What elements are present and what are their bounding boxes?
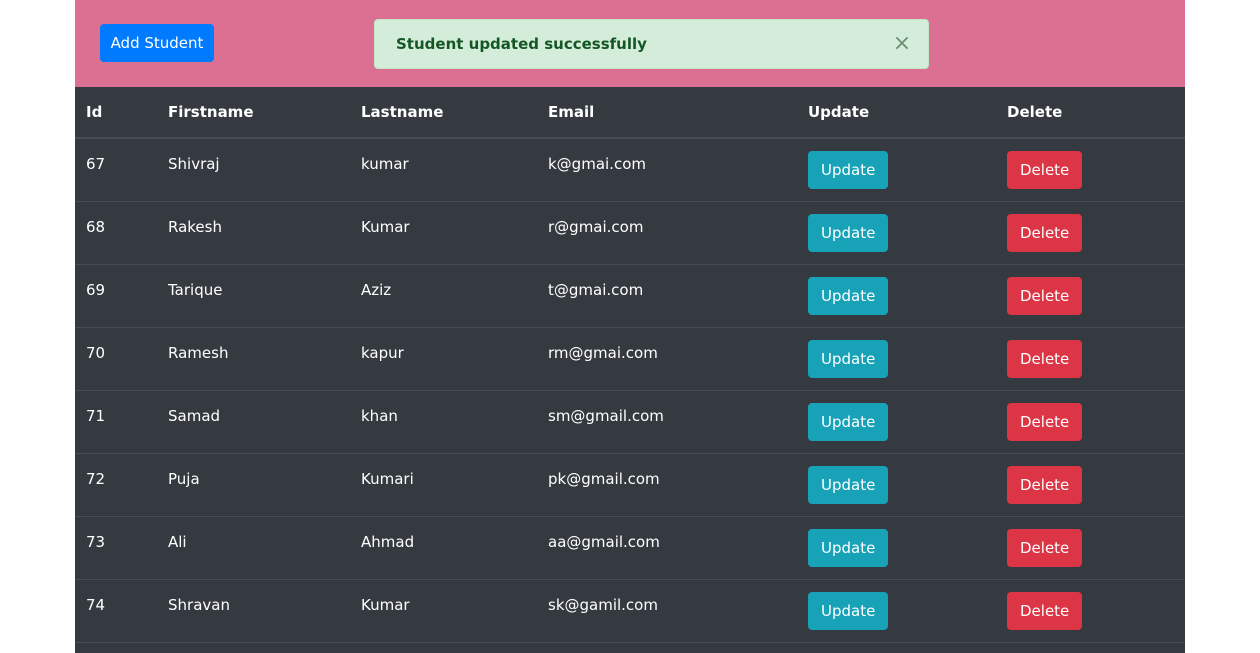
cell-firstname: Samad bbox=[157, 390, 350, 454]
header-id: Id bbox=[75, 87, 157, 139]
header-update: Update bbox=[797, 87, 996, 139]
cell-firstname: Ramesh bbox=[157, 327, 350, 391]
cell-id: 73 bbox=[75, 516, 157, 580]
cell-update: Update bbox=[797, 516, 996, 580]
update-button[interactable]: Update bbox=[808, 276, 889, 315]
cell-update: Update bbox=[797, 453, 996, 517]
cell-lastname: Kumar bbox=[350, 579, 537, 643]
cell-update: Update bbox=[797, 327, 996, 391]
cell-lastname: kapur bbox=[350, 327, 537, 391]
cell-email: r@gmai.com bbox=[537, 201, 797, 265]
cell-firstname: Shravan bbox=[157, 579, 350, 643]
delete-button[interactable]: Delete bbox=[1007, 402, 1083, 441]
header-delete: Delete bbox=[996, 87, 1185, 139]
cell-lastname: Kumari bbox=[350, 453, 537, 517]
cell-lastname: khan bbox=[350, 390, 537, 454]
update-button[interactable]: Update bbox=[808, 213, 889, 252]
header-lastname: Lastname bbox=[350, 87, 537, 139]
cell-id: 71 bbox=[75, 390, 157, 454]
delete-button[interactable]: Delete bbox=[1007, 151, 1083, 189]
update-button[interactable]: Update bbox=[808, 528, 889, 567]
cell-delete: Delete bbox=[996, 579, 1185, 643]
cell-lastname: kumar bbox=[350, 138, 537, 202]
table-row: 67 Shivraj kumar k@gmai.com Update Delet… bbox=[75, 138, 1185, 202]
cell-email: k@gmai.com bbox=[537, 138, 797, 202]
cell-firstname: Puja bbox=[157, 453, 350, 517]
delete-button[interactable]: Delete bbox=[1007, 465, 1083, 504]
cell-email: pk@gmail.com bbox=[537, 453, 797, 517]
cell-id: 67 bbox=[75, 138, 157, 202]
cell-delete: Delete bbox=[996, 138, 1185, 202]
alert-message: Student updated successfully bbox=[396, 35, 647, 53]
cell-delete: Delete bbox=[996, 390, 1185, 454]
cell-update: Update bbox=[797, 579, 996, 643]
students-table: Id Firstname Lastname Email Update Delet… bbox=[75, 87, 1185, 643]
success-alert: Student updated successfully × bbox=[374, 19, 929, 69]
update-button[interactable]: Update bbox=[808, 339, 889, 378]
table-header-row: Id Firstname Lastname Email Update Delet… bbox=[75, 87, 1185, 139]
cell-lastname: Kumar bbox=[350, 201, 537, 265]
update-button[interactable]: Update bbox=[808, 402, 889, 441]
delete-button[interactable]: Delete bbox=[1007, 276, 1083, 315]
delete-button[interactable]: Delete bbox=[1007, 591, 1083, 630]
cell-id: 69 bbox=[75, 264, 157, 328]
update-button[interactable]: Update bbox=[808, 465, 889, 504]
cell-id: 72 bbox=[75, 453, 157, 517]
update-button[interactable]: Update bbox=[808, 151, 889, 189]
table-row: 71 Samad khan sm@gmail.com Update Delete bbox=[75, 390, 1185, 454]
table-row: 69 Tarique Aziz t@gmai.com Update Delete bbox=[75, 264, 1185, 328]
cell-email: rm@gmai.com bbox=[537, 327, 797, 391]
header-firstname: Firstname bbox=[157, 87, 350, 139]
cell-lastname: Aziz bbox=[350, 264, 537, 328]
table-row: 70 Ramesh kapur rm@gmai.com Update Delet… bbox=[75, 327, 1185, 391]
close-icon[interactable]: × bbox=[886, 28, 918, 60]
cell-firstname: Ali bbox=[157, 516, 350, 580]
cell-email: t@gmai.com bbox=[537, 264, 797, 328]
cell-id: 74 bbox=[75, 579, 157, 643]
cell-delete: Delete bbox=[996, 201, 1185, 265]
students-panel: Add Student Student updated successfully… bbox=[75, 0, 1185, 653]
cell-id: 68 bbox=[75, 201, 157, 265]
cell-email: sm@gmail.com bbox=[537, 390, 797, 454]
cell-lastname: Ahmad bbox=[350, 516, 537, 580]
cell-delete: Delete bbox=[996, 516, 1185, 580]
cell-delete: Delete bbox=[996, 453, 1185, 517]
cell-update: Update bbox=[797, 264, 996, 328]
add-student-button[interactable]: Add Student bbox=[100, 24, 214, 62]
header-email: Email bbox=[537, 87, 797, 139]
cell-id: 70 bbox=[75, 327, 157, 391]
table-row: 74 Shravan Kumar sk@gamil.com Update Del… bbox=[75, 579, 1185, 643]
cell-update: Update bbox=[797, 138, 996, 202]
delete-button[interactable]: Delete bbox=[1007, 339, 1083, 378]
cell-update: Update bbox=[797, 390, 996, 454]
cell-email: aa@gmail.com bbox=[537, 516, 797, 580]
cell-firstname: Rakesh bbox=[157, 201, 350, 265]
top-bar: Add Student Student updated successfully… bbox=[75, 0, 1185, 87]
cell-email: sk@gamil.com bbox=[537, 579, 797, 643]
delete-button[interactable]: Delete bbox=[1007, 213, 1083, 252]
table-row: 72 Puja Kumari pk@gmail.com Update Delet… bbox=[75, 453, 1185, 517]
cell-update: Update bbox=[797, 201, 996, 265]
cell-delete: Delete bbox=[996, 264, 1185, 328]
cell-delete: Delete bbox=[996, 327, 1185, 391]
update-button[interactable]: Update bbox=[808, 591, 889, 630]
delete-button[interactable]: Delete bbox=[1007, 528, 1083, 567]
cell-firstname: Tarique bbox=[157, 264, 350, 328]
table-row: 73 Ali Ahmad aa@gmail.com Update Delete bbox=[75, 516, 1185, 580]
cell-firstname: Shivraj bbox=[157, 138, 350, 202]
table-row: 68 Rakesh Kumar r@gmai.com Update Delete bbox=[75, 201, 1185, 265]
